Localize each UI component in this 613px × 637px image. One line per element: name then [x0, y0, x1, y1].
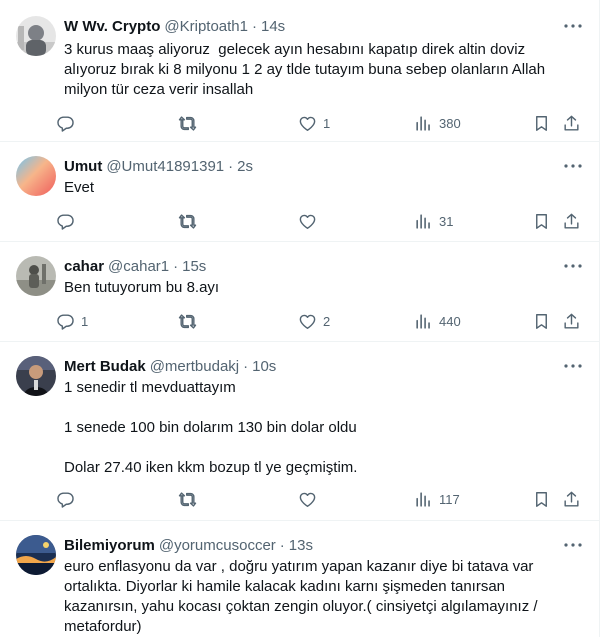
share-icon	[564, 491, 579, 507]
tweet[interactable]: cahar @cahar1 · 15s Ben tutuyorum bu 8.a…	[0, 242, 599, 342]
tweet[interactable]: W Wv. Crypto @Kriptoath1 · 14s 3 kurus m…	[0, 0, 599, 142]
avatar[interactable]	[16, 16, 56, 56]
timestamp[interactable]: 13s	[289, 537, 313, 554]
like-button[interactable]	[298, 204, 323, 238]
user-handle[interactable]: @yorumcusoccer	[159, 537, 276, 554]
bookmark-icon	[536, 115, 547, 131]
like-icon	[299, 314, 316, 329]
reply-button[interactable]	[56, 106, 81, 140]
reply-button[interactable]	[56, 482, 81, 516]
retweet-icon	[178, 313, 197, 329]
like-button[interactable]: 2	[298, 304, 330, 338]
share-icon	[564, 115, 579, 131]
bookmark-button[interactable]	[532, 204, 551, 238]
views-button[interactable]: 117	[414, 482, 460, 516]
views-icon	[416, 313, 430, 329]
timeline-feed: W Wv. Crypto @Kriptoath1 · 14s 3 kurus m…	[0, 0, 600, 637]
reply-icon	[57, 115, 74, 132]
retweet-icon	[178, 491, 197, 507]
share-button[interactable]	[562, 304, 581, 338]
views-button[interactable]: 31	[414, 204, 453, 238]
display-name[interactable]: Mert Budak	[64, 358, 146, 375]
display-name[interactable]: Umut	[64, 158, 102, 175]
views-count: 117	[439, 491, 460, 507]
bookmark-button[interactable]	[532, 106, 551, 140]
tweet-text: 1 senedir tl mevduattayım 1 senede 100 b…	[64, 379, 358, 476]
like-icon	[299, 214, 316, 229]
tweet[interactable]: Mert Budak @mertbudakj · 10s 1 senedir t…	[0, 342, 599, 521]
like-icon	[299, 116, 316, 131]
tweet[interactable]: Bilemiyorum @yorumcusoccer · 13s euro en…	[0, 521, 599, 637]
user-handle[interactable]: @Umut41891391	[106, 158, 224, 175]
share-button[interactable]	[562, 482, 581, 516]
timestamp[interactable]: 15s	[182, 258, 206, 275]
bookmark-icon	[536, 491, 547, 507]
retweet-button[interactable]	[178, 482, 203, 516]
tweet-text: euro enflasyonu da var , doğru yatırım y…	[64, 558, 538, 635]
bookmark-icon	[536, 313, 547, 329]
share-icon	[564, 213, 579, 229]
like-icon	[299, 492, 316, 507]
avatar[interactable]	[16, 256, 56, 296]
tweet-text: Ben tutuyorum bu 8.ayı	[64, 279, 220, 296]
display-name[interactable]: Bilemiyorum	[64, 537, 155, 554]
avatar[interactable]	[16, 356, 56, 396]
bookmark-icon	[536, 213, 547, 229]
more-options-button[interactable]	[561, 156, 585, 176]
user-handle[interactable]: @cahar1	[108, 258, 169, 275]
more-icon	[564, 164, 582, 168]
more-icon	[564, 543, 582, 547]
retweet-button[interactable]	[178, 204, 203, 238]
more-icon	[564, 264, 582, 268]
like-button[interactable]	[298, 482, 323, 516]
views-button[interactable]: 380	[414, 106, 461, 140]
user-handle[interactable]: @Kriptoath1	[164, 18, 248, 35]
views-icon	[416, 213, 430, 229]
share-icon	[564, 313, 579, 329]
display-name[interactable]: W Wv. Crypto	[64, 18, 160, 35]
retweet-button[interactable]	[178, 106, 203, 140]
views-icon	[416, 115, 430, 131]
user-handle[interactable]: @mertbudakj	[150, 358, 239, 375]
more-options-button[interactable]	[561, 256, 585, 276]
retweet-icon	[178, 213, 197, 229]
reply-button[interactable]	[56, 204, 81, 238]
bookmark-button[interactable]	[532, 482, 551, 516]
timestamp[interactable]: 14s	[261, 18, 285, 35]
retweet-button[interactable]	[178, 304, 203, 338]
reply-count: 1	[81, 313, 89, 329]
tweet-text: 3 kurus maaş aliyoruz gelecek ayın hesab…	[64, 41, 546, 98]
reply-icon	[57, 491, 74, 508]
avatar[interactable]	[16, 156, 56, 196]
views-count: 380	[439, 115, 461, 131]
reply-icon	[57, 313, 74, 330]
reply-icon	[57, 213, 74, 230]
tweet-text: Evet	[64, 179, 95, 196]
tweet[interactable]: Umut @Umut41891391 · 2s Evet 31	[0, 142, 599, 242]
more-options-button[interactable]	[561, 535, 585, 555]
bookmark-button[interactable]	[532, 304, 551, 338]
reply-button[interactable]: 1	[56, 304, 88, 338]
timestamp[interactable]: 2s	[237, 158, 253, 175]
like-count: 1	[323, 115, 331, 131]
share-button[interactable]	[562, 106, 581, 140]
retweet-icon	[178, 115, 197, 131]
views-icon	[416, 491, 430, 507]
avatar[interactable]	[16, 535, 56, 575]
share-button[interactable]	[562, 204, 581, 238]
more-icon	[564, 24, 582, 28]
more-options-button[interactable]	[561, 16, 585, 36]
like-button[interactable]: 1	[298, 106, 330, 140]
views-count: 440	[439, 313, 461, 329]
more-options-button[interactable]	[561, 356, 585, 376]
views-button[interactable]: 440	[414, 304, 461, 338]
display-name[interactable]: cahar	[64, 258, 104, 275]
more-icon	[564, 364, 582, 368]
timestamp[interactable]: 10s	[252, 358, 276, 375]
like-count: 2	[323, 313, 331, 329]
views-count: 31	[439, 213, 454, 229]
